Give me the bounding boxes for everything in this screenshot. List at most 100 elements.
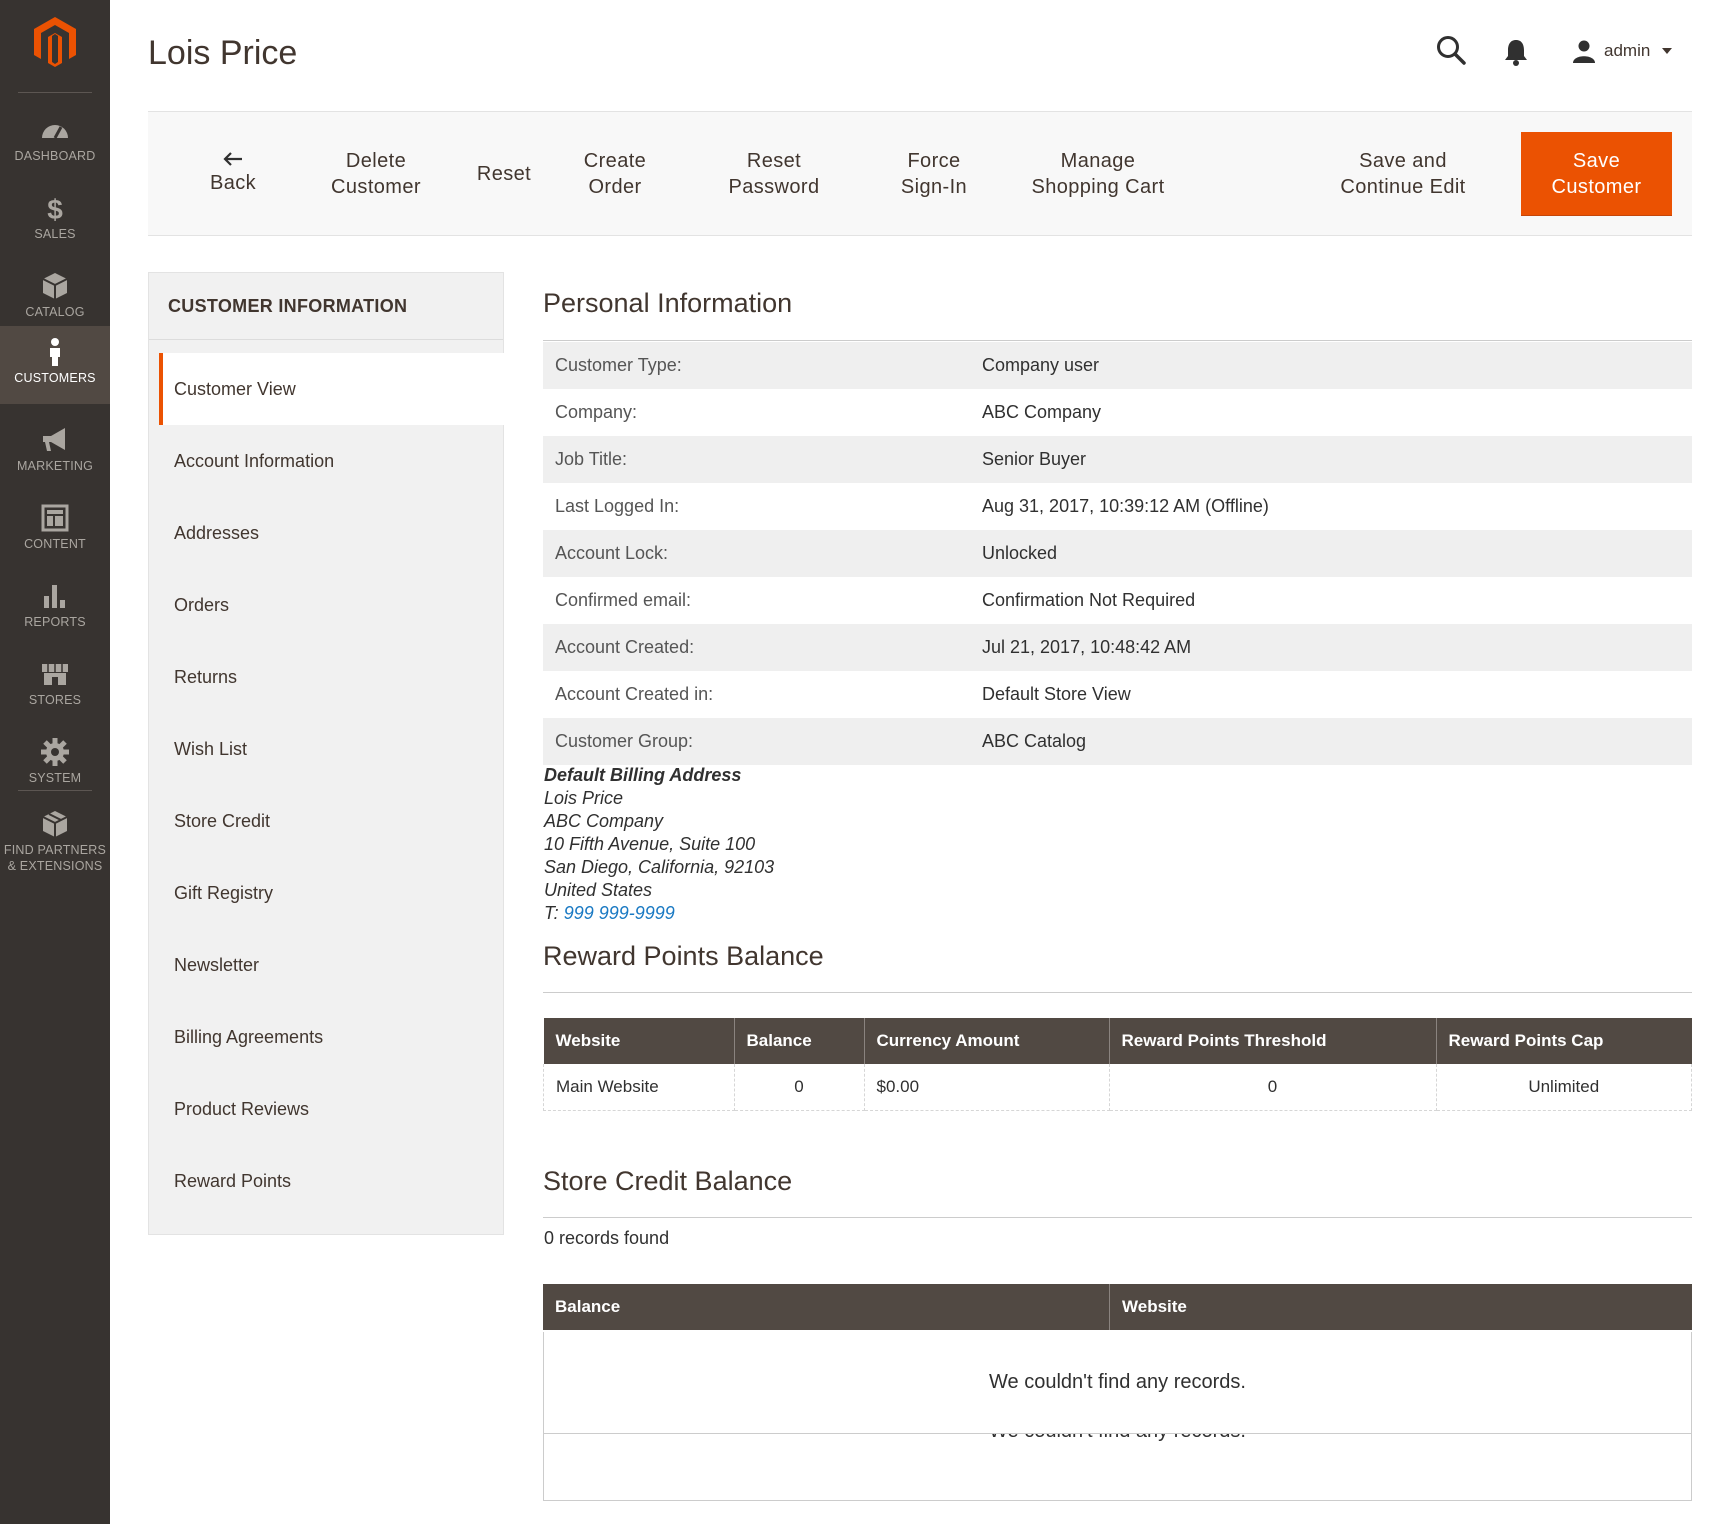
save-customer-button[interactable]: Save Customer: [1521, 132, 1672, 215]
search-icon[interactable]: [1435, 34, 1467, 66]
column-header[interactable]: Reward Points Cap: [1435, 1018, 1692, 1064]
button-label: Reset: [746, 149, 802, 172]
section-divider: [543, 340, 1692, 341]
info-value: ABC Company: [982, 402, 1102, 422]
phone-link[interactable]: 999 999-9999: [564, 903, 675, 923]
tab-store-credit[interactable]: Store Credit: [159, 785, 504, 857]
tab-addresses[interactable]: Addresses: [159, 497, 504, 569]
menu-item-stores[interactable]: STORES: [0, 648, 110, 726]
button-label: Customer: [1551, 175, 1642, 198]
button-label: Password: [728, 175, 820, 198]
account-menu[interactable]: admin: [1572, 36, 1673, 66]
address-phone-line: T: 999 999-9999: [544, 902, 774, 925]
gear-icon: [41, 738, 69, 766]
page-title: Lois Price: [148, 34, 298, 72]
store-credit-grid: Balance Website: [543, 1284, 1692, 1330]
address-city: San Diego, California, 92103: [544, 857, 775, 877]
info-row: Customer Type: Company user: [543, 342, 1692, 389]
reset-password-button[interactable]: Reset Password: [712, 112, 836, 235]
customer-information-tabs: CUSTOMER INFORMATION Customer View Accou…: [148, 272, 504, 1235]
megaphone-icon: [43, 428, 65, 451]
info-label: Confirmed email:: [555, 590, 692, 610]
info-value: Unlocked: [970, 530, 1692, 577]
button-label: Manage: [1060, 149, 1136, 172]
menu-item-system[interactable]: SYSTEM: [0, 726, 110, 804]
info-value: ABC Catalog: [970, 718, 1692, 765]
info-value: Aug 31, 2017, 10:39:12 AM (Offline): [982, 496, 1269, 516]
reset-button[interactable]: Reset: [459, 112, 549, 235]
grid-header-row: Balance Website: [543, 1284, 1692, 1330]
info-row: Confirmed email: Confirmation Not Require…: [543, 577, 1692, 624]
column-header[interactable]: Currency Amount: [863, 1018, 1109, 1064]
section-divider: [543, 1217, 1692, 1218]
reward-points-title: Reward Points Balance: [543, 941, 824, 971]
info-row: Last Logged In: Aug 31, 2017, 10:39:12 AM…: [543, 483, 1692, 530]
grid-header-row: Website Balance Currency Amount Reward P…: [543, 1018, 1692, 1064]
save-and-continue-button[interactable]: Save and Continue Edit: [1323, 112, 1483, 235]
back-button[interactable]: Back: [173, 112, 293, 235]
force-sign-in-button[interactable]: Force Sign-In: [884, 112, 984, 235]
button-label: Delete: [345, 149, 407, 172]
admin-menu: DASHBOARD $ SALES CATALOG CUSTOMERS MARK…: [0, 0, 110, 1524]
info-row: Account Created in: Default Store View: [543, 671, 1692, 718]
page-actions-toolbar: Back Delete Customer Reset Create Order …: [148, 111, 1692, 236]
tab-product-reviews[interactable]: Product Reviews: [159, 1073, 504, 1145]
reward-points-grid: Website Balance Currency Amount Reward P…: [543, 1018, 1692, 1111]
column-header[interactable]: Balance: [543, 1284, 1110, 1330]
phone-prefix: T:: [544, 903, 559, 923]
tab-newsletter[interactable]: Newsletter: [159, 929, 504, 1001]
store-credit-title: Store Credit Balance: [543, 1166, 793, 1196]
column-header[interactable]: Website: [1109, 1284, 1692, 1330]
tab-account-information[interactable]: Account Information: [159, 425, 504, 497]
button-label: Create: [583, 149, 647, 172]
magento-logo[interactable]: [28, 14, 82, 68]
create-order-button[interactable]: Create Order: [565, 112, 665, 235]
tab-reward-points[interactable]: Reward Points: [159, 1145, 504, 1217]
menu-item-dashboard[interactable]: DASHBOARD: [0, 104, 110, 182]
info-row: Job Title: Senior Buyer: [543, 436, 1692, 483]
chevron-down-icon: [1662, 48, 1673, 54]
button-label: Continue Edit: [1340, 175, 1466, 198]
menu-item-find-partners[interactable]: FIND PARTNERS & EXTENSIONS: [0, 798, 110, 894]
info-value: Company user: [970, 342, 1692, 389]
tab-billing-agreements[interactable]: Billing Agreements: [159, 1001, 504, 1073]
menu-label: FIND PARTNERS: [3, 843, 107, 857]
records-found-count: 0 records found: [544, 1228, 670, 1248]
back-label: Back: [209, 171, 257, 194]
info-row: Account Lock: Unlocked: [543, 530, 1692, 577]
tab-customer-view[interactable]: Customer View: [159, 353, 504, 425]
column-header[interactable]: Website: [543, 1018, 734, 1064]
menu-label: STORES: [28, 693, 82, 707]
column-header[interactable]: Reward Points Threshold: [1108, 1018, 1436, 1064]
menu-label: CONTENT: [24, 537, 86, 551]
column-header[interactable]: Balance: [733, 1018, 864, 1064]
manage-shopping-cart-button[interactable]: Manage Shopping Cart: [1018, 112, 1178, 235]
info-value: Default Store View: [982, 684, 1131, 704]
delete-customer-button[interactable]: Delete Customer: [308, 112, 444, 235]
bell-icon[interactable]: [1503, 38, 1529, 66]
cell-threshold: 0: [1108, 1064, 1437, 1111]
address-country: United States: [544, 880, 653, 900]
info-label: Last Logged In:: [555, 496, 680, 516]
cell-cap: Unlimited: [1435, 1064, 1692, 1111]
menu-item-marketing[interactable]: MARKETING: [0, 414, 110, 492]
tab-wish-list[interactable]: Wish List: [159, 713, 504, 785]
info-row: Customer Group: ABC Catalog: [543, 718, 1692, 765]
address-title: Default Billing Address: [544, 765, 742, 785]
menu-label: SYSTEM: [28, 771, 82, 785]
menu-item-content[interactable]: CONTENT: [0, 492, 110, 570]
info-value: Jul 21, 2017, 10:48:42 AM: [970, 624, 1692, 671]
tab-returns[interactable]: Returns: [159, 641, 504, 713]
menu-item-reports[interactable]: REPORTS: [0, 570, 110, 648]
info-label: Company:: [555, 402, 638, 422]
cell-currency-amount: $0.00: [863, 1064, 1110, 1111]
menu-label: CATALOG: [25, 305, 85, 319]
info-value: Senior Buyer: [970, 436, 1692, 483]
menu-item-customers[interactable]: CUSTOMERS: [0, 326, 110, 404]
arrow-left-icon: [223, 151, 242, 166]
tab-gift-registry[interactable]: Gift Registry: [159, 857, 504, 929]
menu-item-sales[interactable]: $ SALES: [0, 182, 110, 260]
info-row: Company: ABC Company: [543, 389, 1692, 436]
default-billing-address: Default Billing Address Lois Price ABC C…: [544, 764, 774, 925]
tab-orders[interactable]: Orders: [159, 569, 504, 641]
